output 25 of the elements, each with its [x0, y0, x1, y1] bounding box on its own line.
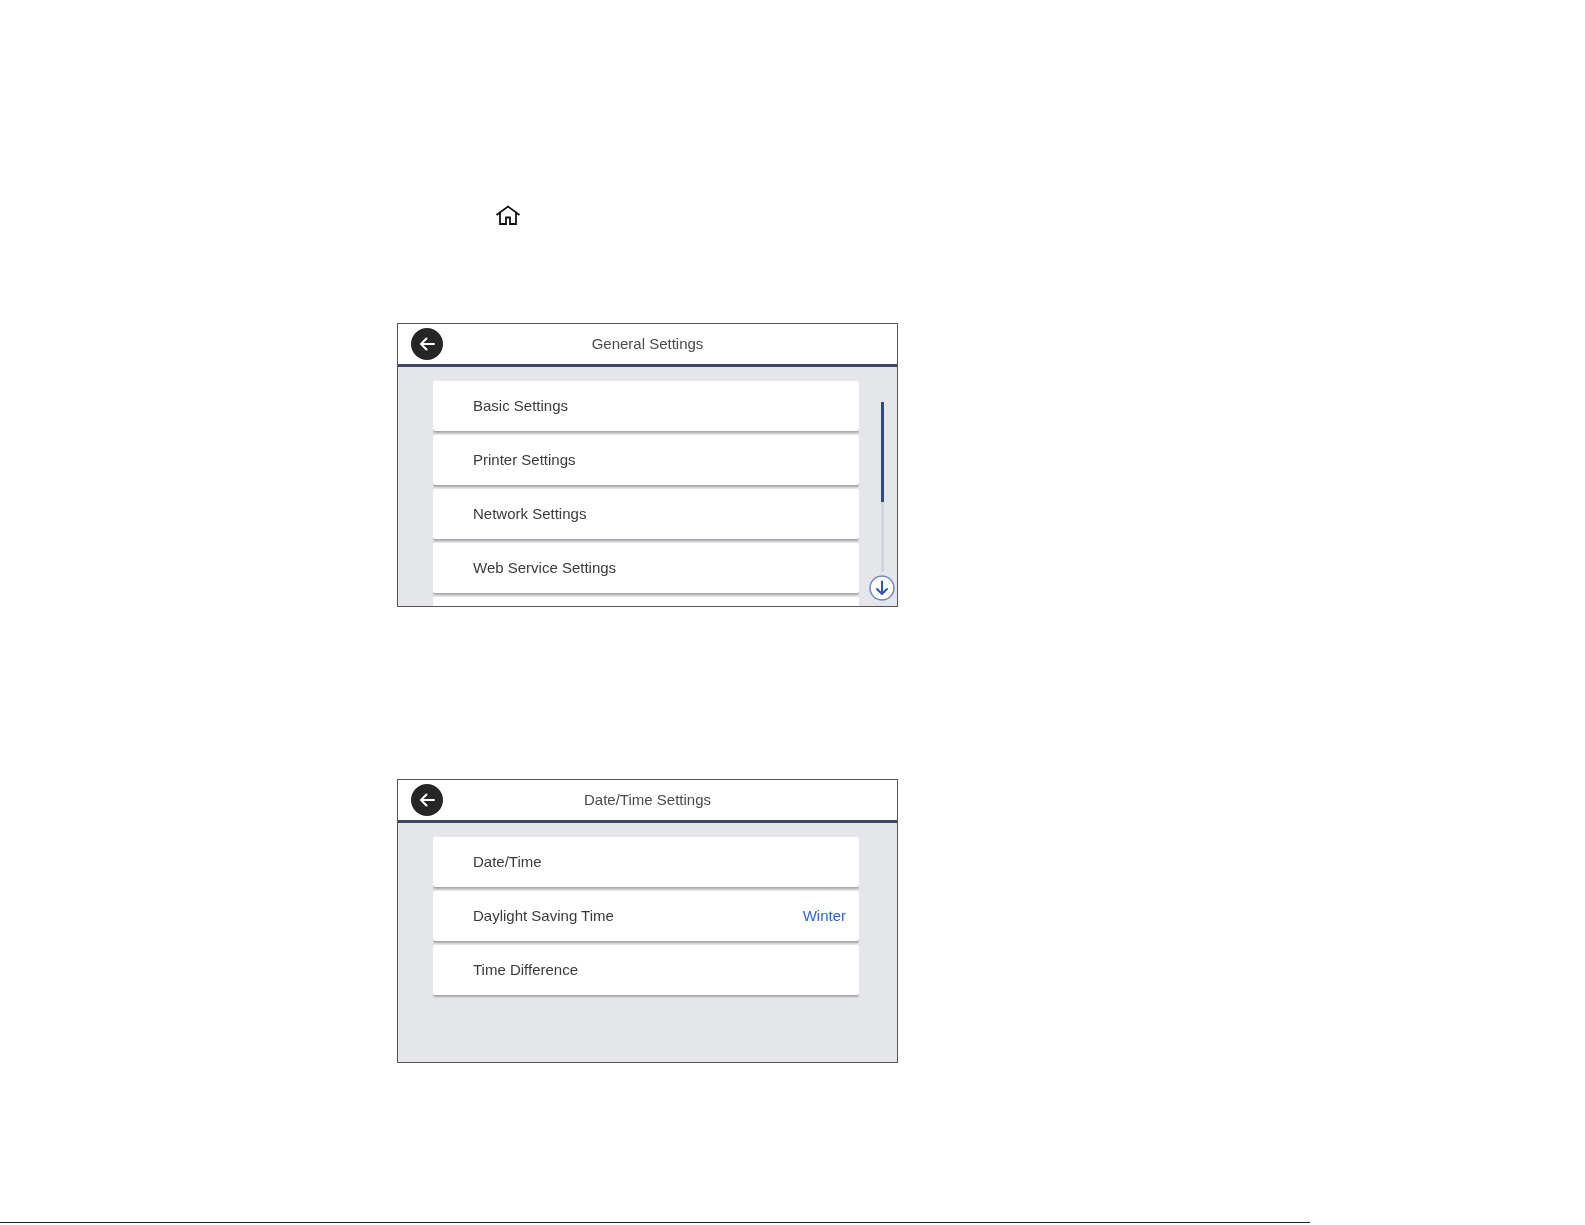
back-arrow-icon — [419, 793, 435, 807]
back-arrow-icon — [419, 337, 435, 351]
menu-item[interactable]: Network Settings — [433, 489, 859, 539]
back-button[interactable] — [411, 784, 443, 816]
menu-item[interactable]: Basic Settings — [433, 381, 859, 431]
menu-item[interactable]: Date/Time — [433, 837, 859, 887]
item-label: Printer Settings — [473, 449, 576, 470]
item-label: Basic Settings — [473, 395, 569, 416]
home-icon — [495, 205, 521, 225]
panel-title: General Settings — [591, 333, 704, 354]
item-label: Time Difference — [473, 959, 579, 980]
back-button[interactable] — [411, 328, 443, 360]
scroll-thumb[interactable] — [880, 402, 884, 502]
scroll-down-button[interactable] — [869, 575, 895, 601]
menu-item[interactable]: Printer Settings — [433, 435, 859, 485]
item-label: Date/Time — [473, 851, 542, 872]
item-label: Web Service Settings — [473, 557, 617, 578]
menu-item[interactable]: Daylight Saving Time Winter — [433, 891, 859, 941]
scroll-track[interactable] — [880, 402, 884, 572]
item-label: Network Settings — [473, 503, 587, 524]
panel-title: Date/Time Settings — [584, 789, 711, 810]
item-value: Winter — [802, 905, 846, 926]
item-label: Daylight Saving Time — [473, 905, 614, 926]
menu-item[interactable]: Time Difference — [433, 945, 859, 995]
menu-item[interactable]: Web Service Settings — [433, 543, 859, 593]
